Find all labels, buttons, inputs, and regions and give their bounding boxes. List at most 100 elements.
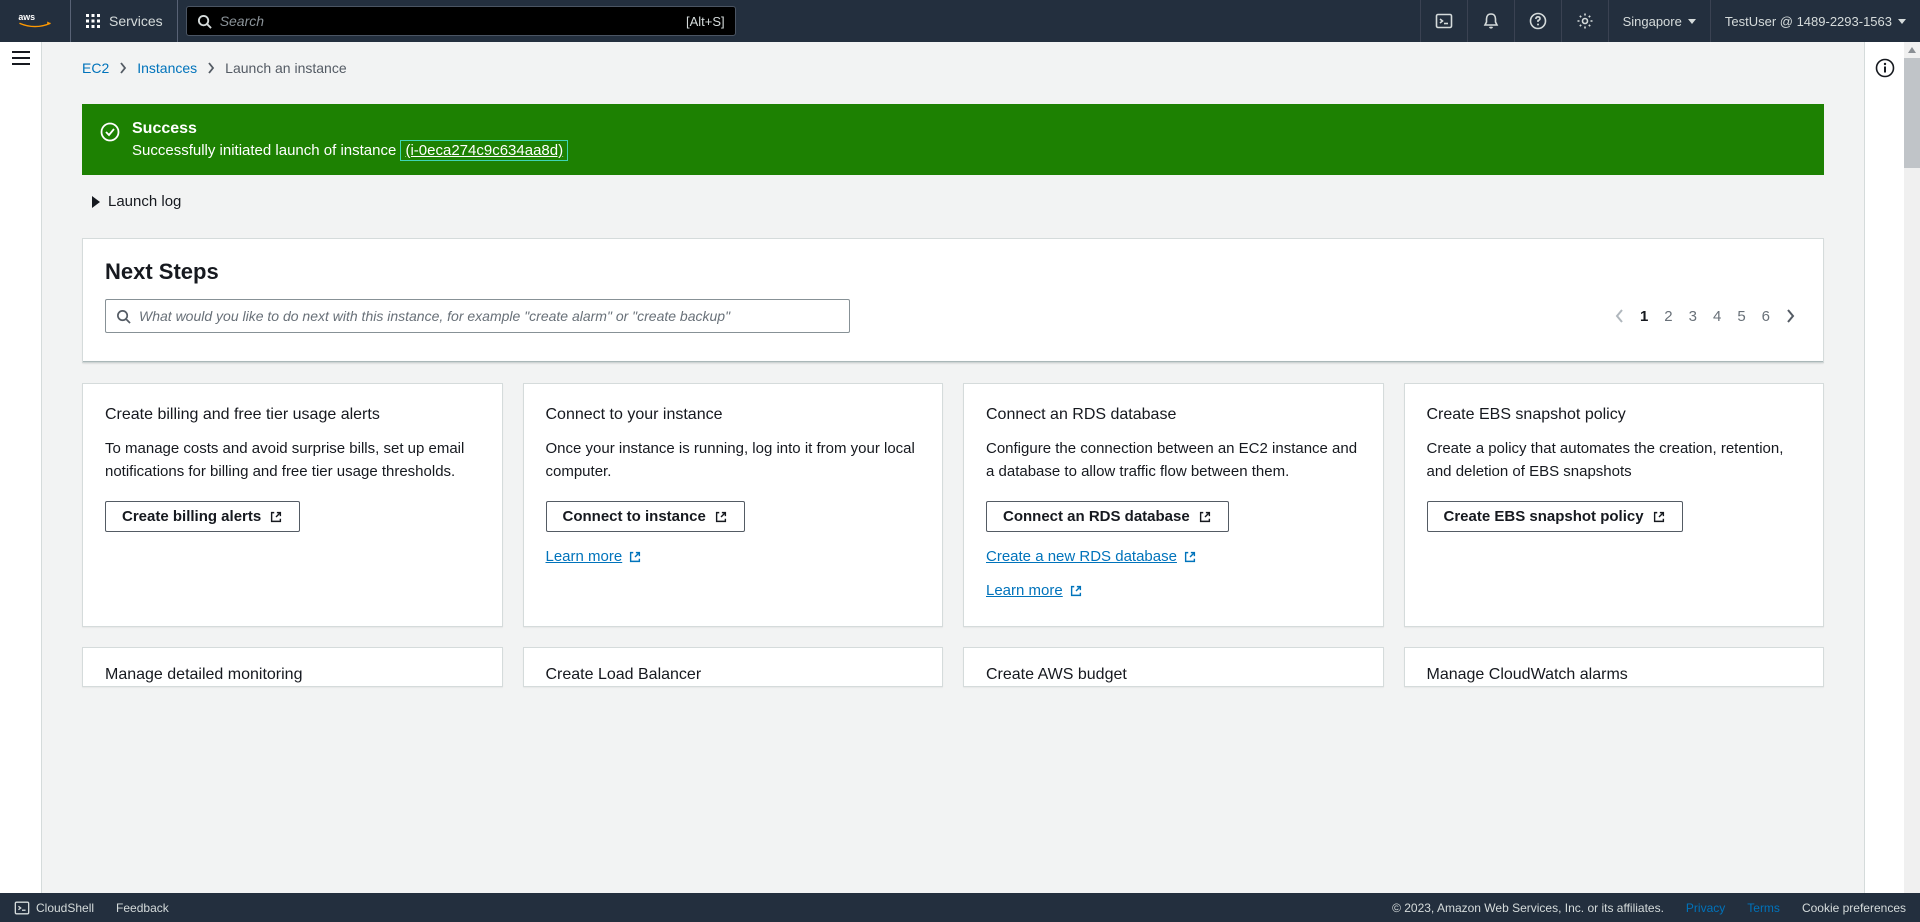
pagination: 1 2 3 4 5 6 [1615, 308, 1795, 325]
launch-log-label: Launch log [108, 193, 181, 210]
card-title: Manage CloudWatch alarms [1427, 666, 1802, 684]
search-icon [116, 309, 131, 324]
next-step-card: Manage detailed monitoring [82, 647, 503, 687]
pagination-page[interactable]: 1 [1640, 308, 1648, 325]
external-link-icon [1183, 550, 1197, 564]
copyright: © 2023, Amazon Web Services, Inc. or its… [1392, 901, 1664, 915]
hamburger-icon[interactable] [11, 50, 31, 66]
card-action-button[interactable]: Create billing alerts [105, 501, 300, 532]
top-nav: aws Services Search [Alt+S] Singapore Te… [0, 0, 1920, 42]
next-step-card: Connect an RDS database Configure the con… [963, 383, 1384, 627]
next-step-card: Connect to your instance Once your instan… [523, 383, 944, 627]
search-icon [197, 14, 212, 29]
search-shortcut: [Alt+S] [686, 14, 725, 29]
pagination-page[interactable]: 5 [1737, 308, 1745, 325]
card-title: Create Load Balancer [546, 666, 921, 684]
scrollbar-thumb[interactable] [1904, 58, 1920, 168]
feedback-button[interactable]: Feedback [116, 901, 169, 915]
card-link[interactable]: Learn more [546, 548, 643, 565]
pagination-page[interactable]: 6 [1762, 308, 1770, 325]
external-link-icon [714, 510, 728, 524]
main-content: EC2 Instances Launch an instance Success… [42, 42, 1864, 893]
launch-log-toggle[interactable]: Launch log [92, 193, 1824, 210]
pagination-prev [1615, 309, 1624, 323]
check-circle-icon [100, 122, 120, 142]
card-action-button[interactable]: Connect to instance [546, 501, 745, 532]
breadcrumb-current: Launch an instance [225, 60, 346, 76]
pagination-page[interactable]: 2 [1664, 308, 1672, 325]
cloudshell-button[interactable]: CloudShell [14, 900, 94, 916]
cloudshell-icon-button[interactable] [1420, 0, 1467, 42]
card-title: Connect an RDS database [986, 406, 1361, 424]
pagination-page[interactable]: 3 [1689, 308, 1697, 325]
cloudshell-label: CloudShell [36, 901, 94, 915]
settings-button[interactable] [1561, 0, 1608, 42]
aws-logo[interactable]: aws [0, 11, 70, 31]
services-label: Services [109, 13, 163, 29]
next-steps-heading: Next Steps [105, 259, 1801, 285]
divider [83, 361, 1823, 362]
card-desc: Once your instance is running, log into … [546, 438, 921, 483]
next-steps-search-placeholder: What would you like to do next with this… [139, 308, 730, 324]
card-title: Create EBS snapshot policy [1427, 406, 1802, 424]
footer-link-cookies[interactable]: Cookie preferences [1802, 901, 1906, 915]
user-label: TestUser @ 1489-2293-1563 [1725, 14, 1892, 29]
card-desc: Create a policy that automates the creat… [1427, 438, 1802, 483]
external-link-icon [628, 550, 642, 564]
next-step-card: Create billing and free tier usage alert… [82, 383, 503, 627]
external-link-icon [269, 510, 283, 524]
card-action-button[interactable]: Connect an RDS database [986, 501, 1229, 532]
card-link[interactable]: Create a new RDS database [986, 548, 1197, 565]
region-label: Singapore [1623, 14, 1682, 29]
info-icon[interactable] [1875, 58, 1895, 78]
services-menu[interactable]: Services [70, 0, 178, 42]
card-desc: Configure the connection between an EC2 … [986, 438, 1361, 483]
left-nav-collapsed [0, 42, 42, 893]
external-link-icon [1198, 510, 1212, 524]
feedback-label: Feedback [116, 901, 169, 915]
notifications-button[interactable] [1467, 0, 1514, 42]
card-desc: To manage costs and avoid surprise bills… [105, 438, 480, 483]
footer-bar: CloudShell Feedback © 2023, Amazon Web S… [0, 893, 1920, 922]
next-step-card: Create AWS budget [963, 647, 1384, 687]
card-link[interactable]: Learn more [986, 582, 1083, 599]
success-banner: Success Successfully initiated launch of… [82, 104, 1824, 175]
cards-grid: Create billing and free tier usage alert… [82, 383, 1824, 627]
grid-icon [85, 13, 101, 29]
chevron-right-icon [119, 62, 127, 74]
next-step-card: Create Load Balancer [523, 647, 944, 687]
external-link-icon [1652, 510, 1666, 524]
card-title: Connect to your instance [546, 406, 921, 424]
chevron-down-icon [1898, 19, 1906, 24]
help-button[interactable] [1514, 0, 1561, 42]
banner-title: Success [132, 120, 568, 138]
breadcrumb-link-instances[interactable]: Instances [137, 60, 197, 76]
next-steps-search-input[interactable]: What would you like to do next with this… [105, 299, 850, 333]
card-title: Manage detailed monitoring [105, 666, 480, 684]
search-placeholder: Search [220, 13, 686, 29]
breadcrumb-link-ec2[interactable]: EC2 [82, 60, 109, 76]
pagination-page[interactable]: 4 [1713, 308, 1721, 325]
cards-grid-row2: Manage detailed monitoring Create Load Ba… [82, 647, 1824, 687]
card-action-button[interactable]: Create EBS snapshot policy [1427, 501, 1683, 532]
next-step-card: Manage CloudWatch alarms [1404, 647, 1825, 687]
scrollbar-up[interactable] [1904, 42, 1920, 58]
footer-link-privacy[interactable]: Privacy [1686, 901, 1725, 915]
chevron-down-icon [1688, 19, 1696, 24]
account-menu[interactable]: TestUser @ 1489-2293-1563 [1710, 0, 1920, 42]
external-link-icon [1069, 584, 1083, 598]
breadcrumb: EC2 Instances Launch an instance [82, 60, 1824, 76]
region-selector[interactable]: Singapore [1608, 0, 1710, 42]
global-search-input[interactable]: Search [Alt+S] [186, 6, 736, 36]
next-step-card: Create EBS snapshot policy Create a polic… [1404, 383, 1825, 627]
svg-text:aws: aws [18, 12, 35, 22]
instance-id-link[interactable]: (i-0eca274c9c634aa8d) [400, 140, 568, 161]
footer-link-terms[interactable]: Terms [1747, 901, 1780, 915]
chevron-right-icon [207, 62, 215, 74]
card-title: Create AWS budget [986, 666, 1361, 684]
next-steps-panel: Next Steps What would you like to do nex… [82, 238, 1824, 363]
pagination-next[interactable] [1786, 309, 1795, 323]
info-panel-collapsed [1864, 42, 1904, 893]
triangle-right-icon [92, 196, 100, 208]
banner-message: Successfully initiated launch of instanc… [132, 142, 568, 159]
